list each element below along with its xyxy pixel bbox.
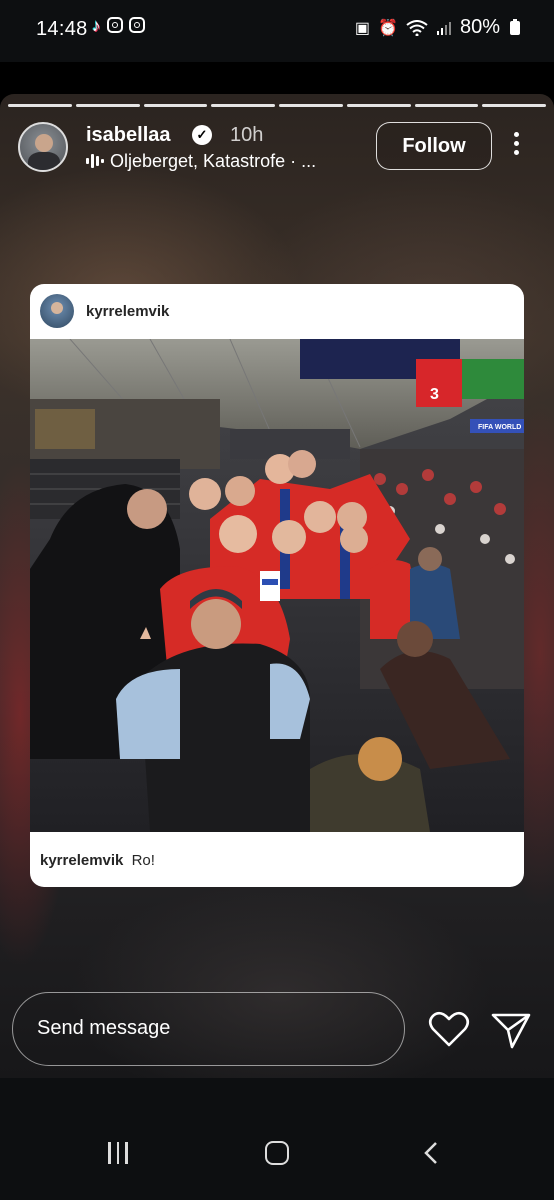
send-message-placeholder: Send message [37,1017,171,1039]
progress-segment [414,104,479,107]
home-icon[interactable] [265,1141,289,1165]
battery-icon [510,18,520,35]
author-username[interactable]: isabellaa [86,124,171,147]
send-icon[interactable] [490,1010,532,1050]
scoreboard [416,359,462,407]
back-icon[interactable] [424,1141,438,1165]
story-header: isabellaa ✓ 10h Oljeberget, Katastrofe ·… [18,122,536,174]
progress-segment [8,104,72,107]
story-time-ago: 10h [230,124,264,146]
progress-segment [75,104,140,107]
recents-icon[interactable] [108,1142,128,1164]
story-progress-bar [8,104,546,107]
music-attribution[interactable]: Oljeberget, Katastrofe · ... [110,151,316,172]
nfc-icon: ▣ [354,19,371,37]
wifi-icon [406,19,428,36]
instagram-icon [128,17,145,33]
caption-text: Ro! [131,852,155,869]
system-icons: ▣ ⏰ 80% [355,16,520,39]
send-message-input[interactable]: Send message [12,992,405,1066]
music-icon [86,154,104,168]
progress-segment [279,104,343,107]
progress-segment [143,104,208,107]
heart-icon[interactable] [428,1010,470,1048]
shared-post-card[interactable]: kyrrelemvik 3 FIFA WORLD kyrrelemvik Ro! [30,284,524,887]
status-time: 14:48 [36,18,88,40]
alarm-icon: ⏰ [378,19,398,37]
tiktok-icon: ♪ [92,16,101,35]
stadium-photo: 3 FIFA WORLD [30,339,524,832]
progress-segment [482,104,546,107]
post-caption: kyrrelemvik Ro! [40,852,155,869]
verified-icon: ✓ [192,125,212,145]
fifa-banner-text: FIFA WORLD [478,424,521,431]
more-icon[interactable] [506,132,526,160]
author-avatar[interactable] [18,122,68,172]
post-author-avatar[interactable] [40,294,74,328]
navigation-bar [0,1078,554,1200]
progress-segment [346,104,411,107]
notification-icons: ♪ [92,17,145,35]
post-photo[interactable]: 3 FIFA WORLD [30,339,524,832]
scoreboard-number: 3 [430,386,439,403]
signal-icon [436,21,451,35]
status-bar: 14:48 ♪ ▣ ⏰ 80% [0,0,554,62]
battery-percent: 80% [459,16,500,38]
caption-username[interactable]: kyrrelemvik [40,852,123,869]
post-author-username[interactable]: kyrrelemvik [86,303,169,320]
instagram-icon [106,17,123,33]
follow-button[interactable]: Follow [376,122,492,170]
story-viewer[interactable]: isabellaa ✓ 10h Oljeberget, Katastrofe ·… [0,94,554,1078]
progress-segment [211,104,275,107]
